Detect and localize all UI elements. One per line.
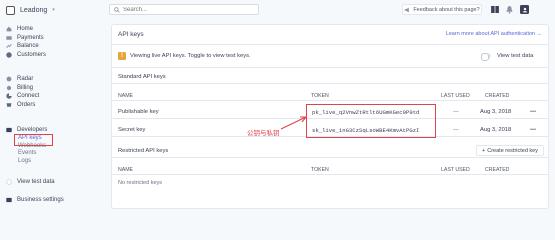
empty-state: No restricted keys [118,180,163,186]
sidebar-item-business-settings[interactable]: Business settings [0,196,103,205]
connect-icon [6,93,12,99]
view-test-data-switch[interactable] [481,53,491,61]
notifications-icon[interactable] [505,5,514,14]
sidebar-item-home[interactable]: Home [0,25,103,34]
feedback-button[interactable]: Feedback about this page? [402,4,482,15]
row-menu-icon[interactable]: ••• [530,109,536,115]
sidebar-item-label: Payments [17,34,44,41]
key-name: Secret key [118,127,146,133]
sidebar-item-connect[interactable]: Connect [0,92,103,101]
column-created: CREATED [485,167,510,173]
created-date: Aug 3, 2018 [480,109,512,115]
sidebar-item-label: Logs [18,157,32,164]
payments-icon [6,35,12,41]
chevron-down-icon: ▾ [52,7,55,13]
column-last-used: LAST USED [441,93,470,99]
card-header: API keys Learn more about API authentica… [112,25,548,45]
sidebar: Leadong ▾ Home Payments Balance Customer… [0,0,103,212]
column-name: NAME [118,167,133,173]
standard-table-header: NAME TOKEN LAST USED CREATED [112,90,548,101]
feedback-label: Feedback about this page? [413,6,480,13]
annotation-arrow-icon [280,116,307,130]
radar-icon [6,76,12,82]
key-name: Publishable key [118,109,159,115]
profile-icon[interactable] [520,5,529,14]
sidebar-item-events[interactable]: Events [0,150,103,158]
sidebar-item-label: Connect [17,93,40,100]
sidebar-item-label: Balance [17,43,39,50]
developers-icon [6,127,12,133]
account-name: Leadong [20,6,48,14]
account-switcher[interactable]: Leadong ▾ [0,0,103,20]
restricted-keys-header: Restricted API keys + Create restricted … [112,143,548,158]
sidebar-item-label: Billing [17,84,34,91]
home-icon [6,26,12,32]
section-title: Restricted API keys [118,148,169,154]
annotation-label: 公钥与私钥 [247,130,280,137]
plus-icon: + [482,147,486,154]
settings-icon [6,197,12,203]
search-input[interactable] [123,6,243,13]
column-created: CREATED [485,93,510,99]
search-icon [114,6,120,13]
sidebar-item-label: Developers [17,127,48,134]
learn-more-link[interactable]: Learn more about API authentication → [446,31,542,37]
sidebar-item-radar[interactable]: Radar [0,75,103,84]
nav-group-products: Radar Billing Connect Orders [0,75,103,109]
create-button-label: Create restricted key [487,147,538,154]
live-keys-notice: ! Viewing live API keys. Toggle to view … [112,46,548,68]
column-last-used: LAST USED [441,167,470,173]
sidebar-item-payments[interactable]: Payments [0,34,103,43]
orders-icon [6,102,12,108]
view-test-data-toggle[interactable]: View test data [0,178,103,187]
view-test-data-label: View test data [17,179,55,186]
view-test-data-label: View test data [497,53,534,59]
section-title: Standard API keys [118,74,166,80]
column-name: NAME [118,93,133,99]
account-logo-icon [6,5,15,15]
restricted-table-header: NAME TOKEN LAST USED CREATED [112,164,548,175]
standard-keys-header: Standard API keys [112,69,548,84]
created-date: Aug 3, 2018 [480,127,512,133]
column-token: TOKEN [311,167,329,173]
megaphone-icon [404,7,410,12]
docs-icon[interactable] [490,5,499,14]
nav-view-test: View test data [0,178,103,187]
sidebar-item-label: Events [18,150,37,157]
sidebar-item-label: Business settings [17,197,64,204]
sidebar-item-label: Customers [17,51,47,58]
nav-settings: Business settings [0,196,103,205]
sidebar-item-logs[interactable]: Logs [0,157,103,165]
sidebar-item-billing[interactable]: Billing [0,84,103,93]
sidebar-item-balance[interactable]: Balance [0,42,103,51]
search-box[interactable] [109,4,259,15]
page-title: API keys [118,31,144,38]
token-highlight-box [306,104,436,138]
topbar: Feedback about this page? [103,0,555,20]
warning-icon: ! [118,52,126,60]
toggle-icon [6,179,12,185]
billing-icon [6,85,12,91]
dashboard: Leadong ▾ Home Payments Balance Customer… [0,0,555,212]
row-menu-icon[interactable]: ••• [530,127,536,133]
nav-group-main: Home Payments Balance Customers [0,25,103,59]
balance-icon [6,43,12,49]
sidebar-item-customers[interactable]: Customers [0,51,103,60]
sidebar-item-orders[interactable]: Orders [0,101,103,110]
sidebar-item-label: Orders [17,101,36,108]
sidebar-item-label: Radar [17,76,34,83]
column-token: TOKEN [311,93,329,99]
api-keys-highlight [14,134,53,146]
sidebar-item-label: Home [17,26,34,33]
last-used: — [453,109,459,115]
last-used: — [453,127,459,133]
customers-icon [6,52,12,58]
notice-text: Viewing live API keys. Toggle to view te… [130,53,251,59]
create-restricted-key-button[interactable]: + Create restricted key [476,145,544,156]
